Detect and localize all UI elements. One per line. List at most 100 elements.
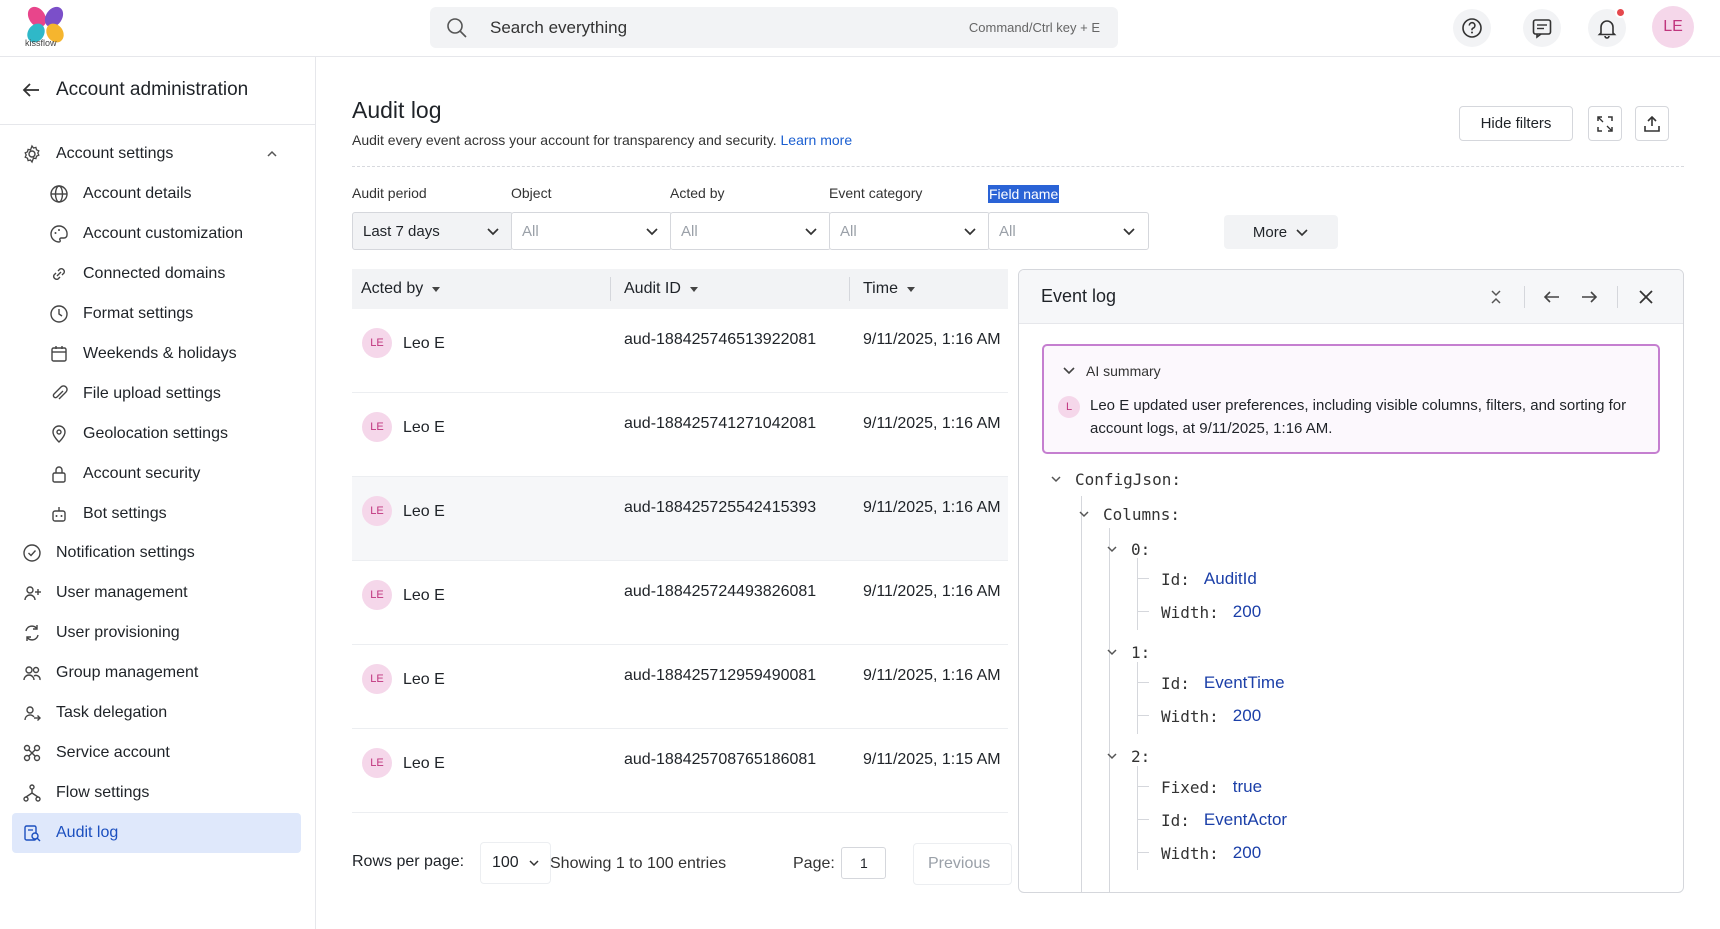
close-panel-button[interactable]	[1633, 284, 1659, 310]
column-header-time[interactable]: Time	[863, 280, 916, 298]
sidebar-item-bot-settings[interactable]: Bot settings	[12, 494, 301, 534]
chevron-down-icon[interactable]	[1062, 364, 1076, 378]
column-header-acted-by[interactable]: Acted by	[361, 280, 441, 298]
sidebar-item-audit-log[interactable]: Audit log	[12, 813, 301, 853]
header-separator	[1617, 286, 1618, 308]
sidebar-item-user-provisioning[interactable]: User provisioning	[12, 613, 301, 653]
column-header-audit-id[interactable]: Audit ID	[624, 280, 699, 298]
chevron-down-icon[interactable]	[1105, 749, 1119, 763]
audit-id-cell: aud-188425712959490081	[624, 667, 817, 684]
sidebar-item-account-details[interactable]: Account details	[12, 174, 301, 214]
chevron-down-icon[interactable]	[1105, 542, 1119, 556]
tree-leaf-fixed: Fixed: true	[1161, 774, 1262, 800]
collapse-all-button[interactable]	[1483, 284, 1509, 310]
audit-id-cell: aud-188425741271042081	[624, 415, 817, 432]
tree-node-column-0[interactable]: 0:	[1105, 536, 1150, 562]
filter-label-acted-by: Acted by	[670, 185, 725, 201]
messages-button[interactable]	[1523, 9, 1561, 47]
user-avatar[interactable]: LE	[1652, 6, 1694, 48]
tree-node-config-json[interactable]: ConfigJson:	[1049, 466, 1181, 492]
sidebar-item-account-customization[interactable]: Account customization	[12, 214, 301, 254]
sidebar-item-format-settings[interactable]: Format settings	[12, 294, 301, 334]
lock-icon	[49, 464, 69, 484]
sidebar-item-label: Service account	[56, 744, 170, 761]
learn-more-link[interactable]: Learn more	[781, 132, 853, 148]
help-icon	[1462, 18, 1482, 38]
tree-value: 200	[1232, 602, 1262, 621]
gear-icon	[22, 144, 42, 164]
table-row[interactable]: LE Leo E aud-188425708765186081 9/11/202…	[352, 729, 1008, 813]
arrow-right-icon	[1582, 291, 1598, 303]
page-title: Audit log	[352, 97, 442, 123]
audit-id-cell: aud-188425724493826081	[624, 583, 817, 600]
help-button[interactable]	[1453, 9, 1491, 47]
previous-page-button[interactable]: Previous	[913, 843, 1012, 885]
avatar: LE	[362, 748, 392, 778]
sidebar-item-notification-settings[interactable]: Notification settings	[12, 533, 301, 573]
search-shortcut-hint: Command/Ctrl key + E	[968, 20, 1100, 35]
chevron-down-icon[interactable]	[1049, 472, 1063, 486]
table-row[interactable]: LE Leo E aud-188425741271042081 9/11/202…	[352, 393, 1008, 477]
filter-select-event-category[interactable]: All	[829, 212, 990, 250]
next-event-button[interactable]	[1576, 284, 1602, 310]
tree-node-column-2[interactable]: 2:	[1105, 743, 1150, 769]
bell-icon	[1597, 20, 1617, 39]
filter-select-field-name[interactable]: All	[988, 212, 1149, 250]
sidebar-item-flow-settings[interactable]: Flow settings	[12, 773, 301, 813]
sidebar-item-connected-domains[interactable]: Connected domains	[12, 254, 301, 294]
chevron-down-icon	[1296, 229, 1308, 237]
chevron-down-icon[interactable]	[1105, 645, 1119, 659]
sidebar-item-label: Flow settings	[56, 784, 150, 801]
back-arrow-icon[interactable]	[20, 79, 42, 101]
sidebar-item-label: Task delegation	[56, 704, 168, 721]
sidebar-item-user-management[interactable]: User management	[12, 573, 301, 613]
table-row[interactable]: LE Leo E aud-188425712959490081 9/11/202…	[352, 645, 1008, 729]
event-log-header: Event log	[1019, 270, 1683, 324]
sidebar-item-geolocation-settings[interactable]: Geolocation settings	[12, 414, 301, 454]
sidebar-group-label: Account settings	[56, 145, 174, 162]
sidebar-item-account-security[interactable]: Account security	[12, 454, 301, 494]
time-cell: 9/11/2025, 1:16 AM	[863, 499, 1001, 516]
column-separator[interactable]	[849, 277, 850, 301]
more-filters-button[interactable]: More	[1224, 215, 1338, 249]
table-row[interactable]: LE Leo E aud-188425725542415393 9/11/202…	[352, 477, 1008, 561]
filter-select-acted-by[interactable]: All	[670, 212, 831, 250]
tree-key: Width:	[1161, 706, 1219, 726]
tree-guide	[1137, 819, 1149, 820]
sidebar-item-weekends-and-holidays[interactable]: Weekends & holidays	[12, 334, 301, 374]
avatar: LE	[362, 496, 392, 526]
column-label: Acted by	[361, 280, 424, 297]
sidebar-group-account-settings[interactable]: Account settings	[12, 134, 301, 174]
sidebar-item-service-account[interactable]: Service account	[12, 733, 301, 773]
tree-leaf-id: Id: EventTime	[1161, 670, 1285, 696]
hide-filters-button[interactable]: Hide filters	[1459, 106, 1573, 141]
page-label: Page:	[793, 855, 835, 872]
sidebar-item-label: Account customization	[83, 225, 244, 242]
users-icon	[22, 663, 42, 683]
previous-event-button[interactable]	[1539, 284, 1565, 310]
table-row[interactable]: LE Leo E aud-188425746513922081 9/11/202…	[352, 309, 1008, 393]
chevron-down-icon[interactable]	[1077, 507, 1091, 521]
fullscreen-button[interactable]	[1588, 106, 1622, 141]
search-bar[interactable]: Search everything Command/Ctrl key + E	[430, 7, 1118, 48]
sidebar-item-task-delegation[interactable]: Task delegation	[12, 693, 301, 733]
page-number-input[interactable]: 1	[841, 847, 886, 879]
globe-icon	[49, 184, 69, 204]
ai-summary-title: AI summary	[1086, 363, 1161, 379]
tree-value: EventActor	[1203, 810, 1288, 829]
column-separator[interactable]	[610, 277, 611, 301]
filter-label-field-name: Field name	[988, 185, 1060, 203]
tree-node-column-1[interactable]: 1:	[1105, 639, 1150, 665]
sync-icon	[22, 623, 42, 643]
sidebar-item-group-management[interactable]: Group management	[12, 653, 301, 693]
table-row[interactable]: LE Leo E aud-188425724493826081 9/11/202…	[352, 561, 1008, 645]
tree-node-columns[interactable]: Columns:	[1077, 501, 1180, 527]
chevron-down-icon	[487, 228, 499, 236]
export-button[interactable]	[1635, 106, 1669, 141]
rows-per-page-select[interactable]: 100	[480, 842, 551, 884]
sidebar-item-file-upload-settings[interactable]: File upload settings	[12, 374, 301, 414]
filter-select-object[interactable]: All	[511, 212, 672, 250]
filter-select-audit-period[interactable]: Last 7 days	[352, 212, 513, 250]
sidebar-item-label: User provisioning	[56, 624, 180, 641]
chevron-up-icon[interactable]	[265, 147, 279, 161]
